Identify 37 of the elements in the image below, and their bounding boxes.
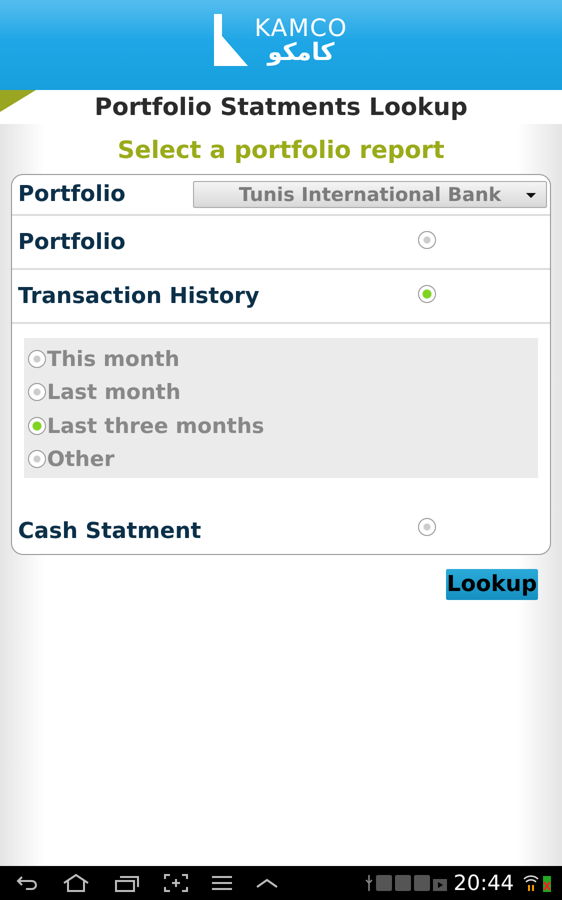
clock-time: 20:44 (453, 871, 514, 895)
radio-button[interactable] (28, 350, 46, 368)
radio-button[interactable] (28, 416, 46, 435)
notification-icon (414, 875, 430, 891)
screenshot-icon[interactable] (164, 874, 188, 892)
report-label: Cash Statment (18, 519, 202, 544)
menu-icon[interactable] (212, 876, 232, 890)
radio-button[interactable] (418, 518, 436, 536)
recent-apps-icon[interactable] (114, 874, 140, 892)
report-label: Transaction History (18, 284, 260, 308)
logo-text: KAMCO (254, 16, 348, 40)
report-label: Portfolio (18, 230, 126, 254)
battery-icon (542, 874, 552, 892)
radio-button[interactable] (418, 285, 436, 303)
logo-icon (214, 14, 248, 66)
caret-icon (526, 193, 536, 198)
notification-icon (395, 875, 412, 891)
radio-button[interactable] (28, 450, 46, 468)
radio-button[interactable] (28, 383, 46, 402)
wifi-icon (523, 874, 539, 892)
option-label: This month (47, 346, 180, 371)
usb-icon (365, 875, 374, 891)
notification-icon (376, 875, 392, 891)
logo-arabic-text: كامكو (268, 40, 334, 64)
back-icon[interactable] (16, 875, 38, 891)
chevron-up-icon[interactable] (256, 878, 278, 888)
option-label: Other (47, 447, 114, 472)
lookup-button[interactable]: Lookup (446, 569, 538, 600)
corner-decoration-icon (0, 90, 36, 112)
page-title: Portfolio Statments Lookup (94, 93, 468, 121)
option-label: Last three months (47, 414, 264, 438)
radio-button[interactable] (418, 231, 436, 249)
section-heading: Select a portfolio report (118, 136, 444, 164)
option-label: Last month (47, 380, 181, 404)
field-label: Portfolio (18, 182, 126, 207)
portfolio-dropdown[interactable]: Tunis International Bank (193, 181, 547, 208)
home-icon[interactable] (62, 874, 90, 892)
